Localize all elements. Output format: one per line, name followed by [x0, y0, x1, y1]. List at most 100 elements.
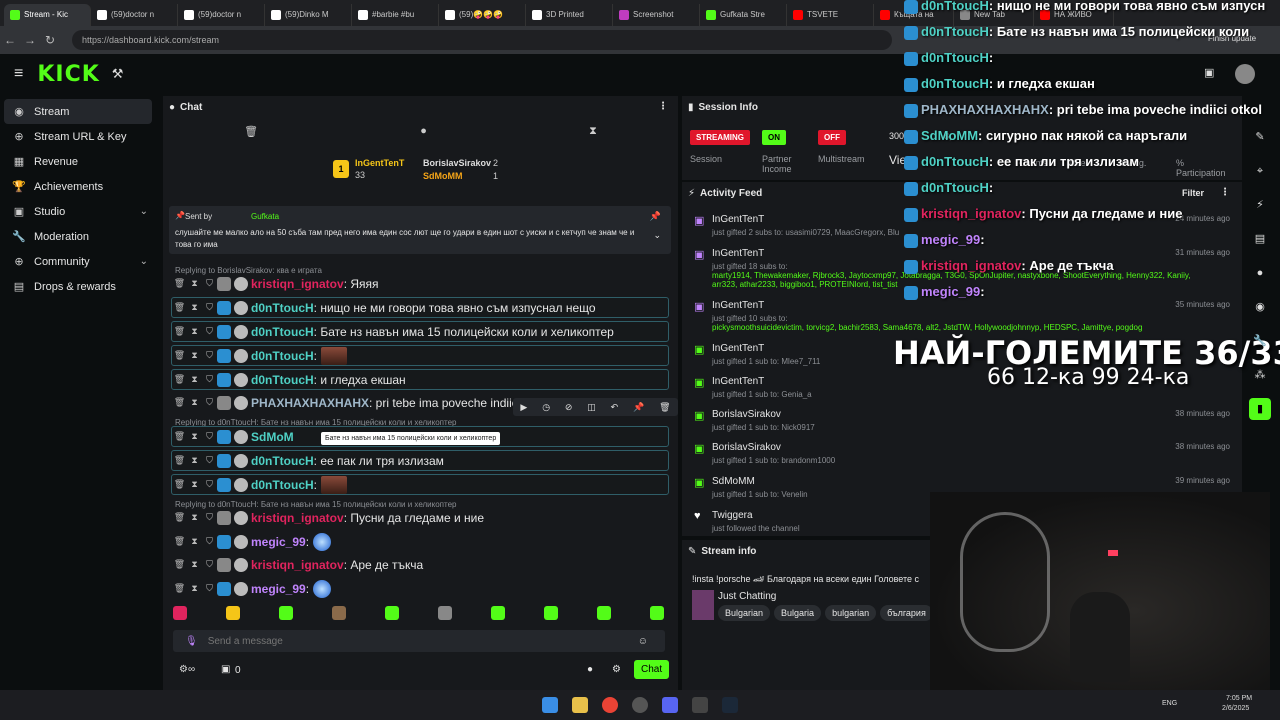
- chrome-icon[interactable]: [602, 697, 618, 713]
- chat-message[interactable]: 🗑 ⧗ ⛉ d0nTtoucH:: [171, 345, 669, 366]
- hourglass-icon[interactable]: ⧗: [187, 536, 202, 547]
- activity-username[interactable]: SdMoMM: [712, 476, 755, 487]
- emote-mode-icon[interactable]: ●: [420, 125, 427, 137]
- shield-icon[interactable]: ⛉: [202, 397, 217, 408]
- pin-message-icon[interactable]: 📌: [633, 402, 644, 413]
- chat-username[interactable]: megic_99: [251, 535, 306, 549]
- activity-username[interactable]: BorislavSirakov: [712, 442, 781, 453]
- browser-tab[interactable]: (59)doctor n: [91, 3, 178, 26]
- file-explorer-icon[interactable]: [572, 697, 588, 713]
- wrench-icon[interactable]: 🔧: [1249, 330, 1271, 352]
- mic-icon[interactable]: 🎙: [185, 636, 198, 647]
- notes-icon[interactable]: ▤: [1249, 228, 1271, 250]
- browser-tab[interactable]: #barbie #bu: [352, 3, 439, 26]
- emote-icon[interactable]: [544, 606, 558, 620]
- trash-icon[interactable]: 🗑: [172, 512, 187, 523]
- broadcast-icon[interactable]: ◉: [1249, 296, 1271, 318]
- clock-date[interactable]: 2/6/2025: [1222, 705, 1249, 712]
- sidebar-item-drops-rewards[interactable]: ▤ Drops & rewards: [0, 274, 160, 299]
- hourglass-icon[interactable]: ⧗: [187, 455, 202, 466]
- clip-icon[interactable]: ⌖: [1249, 160, 1271, 182]
- trash-icon[interactable]: 🗑: [172, 455, 187, 466]
- sidebar-item-stream[interactable]: ◉ Stream: [4, 99, 152, 124]
- emote-icon[interactable]: [650, 606, 664, 620]
- more-icon[interactable]: ⋮: [658, 101, 668, 112]
- browser-tab[interactable]: Screenshot: [613, 3, 700, 26]
- hourglass-icon[interactable]: ⧗: [187, 559, 202, 570]
- trash-icon[interactable]: 🗑: [172, 302, 187, 313]
- copy-icon[interactable]: ◫: [587, 402, 596, 413]
- timeout-icon[interactable]: ◷: [542, 402, 550, 413]
- chat-username[interactable]: d0nTtoucH: [251, 478, 314, 492]
- language-indicator[interactable]: ENG: [1162, 700, 1177, 707]
- sidebar-item-revenue[interactable]: ▦ Revenue: [0, 149, 160, 174]
- chat-username[interactable]: kristiqn_ignatov: [251, 511, 344, 525]
- shield-icon[interactable]: ⛉: [202, 559, 217, 570]
- windows-start-icon[interactable]: [542, 697, 558, 713]
- forward-icon[interactable]: →: [20, 33, 40, 47]
- trash-icon[interactable]: 🗑: [172, 326, 187, 337]
- chat-username[interactable]: d0nTtoucH: [251, 454, 314, 468]
- browser-tab[interactable]: Stream - Kic: [4, 3, 91, 26]
- trash-icon[interactable]: 🗑: [172, 397, 187, 408]
- obs-icon[interactable]: [632, 697, 648, 713]
- hourglass-icon[interactable]: ⧗: [187, 431, 202, 442]
- terminal-icon[interactable]: [692, 697, 708, 713]
- chat-icon[interactable]: ●: [1249, 262, 1271, 284]
- emote-icon[interactable]: [385, 606, 399, 620]
- shield-icon[interactable]: ⛉: [202, 374, 217, 385]
- url-input[interactable]: https://dashboard.kick.com/stream: [72, 30, 892, 50]
- activity-username[interactable]: InGentTenT: [712, 300, 764, 311]
- shield-icon[interactable]: ⛉: [202, 512, 217, 523]
- activity-username[interactable]: InGentTenT: [712, 376, 764, 387]
- trash-icon[interactable]: 🗑: [172, 479, 187, 490]
- sidebar-item-community[interactable]: ⊕ Community ⌄: [0, 249, 160, 274]
- hourglass-icon[interactable]: ⧗: [187, 583, 202, 594]
- activity-username[interactable]: InGentTenT: [712, 248, 764, 259]
- browser-tab[interactable]: Gufkata Stre: [700, 3, 787, 26]
- emote-icon[interactable]: [332, 606, 346, 620]
- chat-message[interactable]: 🗑 ⧗ ⛉ d0nTtoucH: нищо не ми говори това явн…: [171, 297, 669, 318]
- moderation-icon[interactable]: ⚙∞: [179, 664, 195, 675]
- menu-icon[interactable]: ≡: [14, 65, 23, 83]
- chat-message[interactable]: 🗑 ⧗ ⛉ kristiqn_ignatov: Пусни да гледаме и …: [171, 507, 669, 528]
- chat-username[interactable]: d0nTtoucH: [251, 301, 314, 315]
- browser-tab[interactable]: (59)🤪🤪🤪: [439, 3, 526, 26]
- group-icon[interactable]: ⁂: [1249, 364, 1271, 386]
- gear-icon[interactable]: ⚙: [612, 664, 621, 675]
- chat-username[interactable]: d0nTtoucH: [251, 373, 314, 387]
- chat-username[interactable]: SdMoM: [251, 430, 294, 444]
- sidebar-item-stream-url-key[interactable]: ⊕ Stream URL & Key: [0, 124, 160, 149]
- hourglass-icon[interactable]: ⧗: [187, 397, 202, 408]
- emote-icon[interactable]: [226, 606, 240, 620]
- raid-icon[interactable]: ⚡: [1249, 194, 1271, 216]
- kick-logo[interactable]: KICK: [37, 62, 99, 87]
- trash-icon[interactable]: 🗑: [172, 559, 187, 570]
- pinned-message[interactable]: 📌 Sent by Gufkata слушайте ме малко ало …: [169, 206, 671, 254]
- stream-tag[interactable]: bulgarian: [825, 605, 877, 621]
- shield-icon[interactable]: ⛉: [202, 583, 217, 594]
- emote-icon[interactable]: [491, 606, 505, 620]
- shield-icon[interactable]: ⛉: [202, 302, 217, 313]
- shield-icon[interactable]: ⛉: [202, 278, 217, 289]
- delete-icon[interactable]: 🗑: [659, 402, 670, 413]
- shield-icon[interactable]: ⛉: [202, 455, 217, 466]
- stream-tag[interactable]: българия: [880, 605, 933, 621]
- chat-username[interactable]: PHAXHAXHAXHAHX: [251, 396, 369, 410]
- chat-settings-bubble-icon[interactable]: ●: [587, 664, 593, 675]
- chat-message[interactable]: 🗑 ⧗ ⛉ d0nTtoucH: Бате нз навън има 15 полиц…: [171, 321, 669, 342]
- trash-icon[interactable]: 🗑: [172, 350, 187, 361]
- chat-message[interactable]: 🗑 ⧗ ⛉ kristiqn_ignatov: Аре де тъкча: [171, 554, 669, 575]
- trash-icon[interactable]: 🗑: [244, 125, 258, 138]
- chat-username[interactable]: d0nTtoucH: [251, 349, 314, 363]
- shield-icon[interactable]: ⛉: [202, 479, 217, 490]
- shield-icon[interactable]: ⛉: [202, 431, 217, 442]
- emote-icon[interactable]: [597, 606, 611, 620]
- clock-time[interactable]: 7:05 PM: [1226, 695, 1252, 702]
- shield-icon[interactable]: ⛉: [202, 536, 217, 547]
- chevron-down-icon[interactable]: ⌄: [140, 206, 148, 217]
- chat-input[interactable]: [207, 635, 638, 647]
- hourglass-icon[interactable]: ⧗: [187, 350, 202, 361]
- chat-username[interactable]: megic_99: [251, 582, 306, 596]
- hourglass-icon[interactable]: ⧗: [187, 512, 202, 523]
